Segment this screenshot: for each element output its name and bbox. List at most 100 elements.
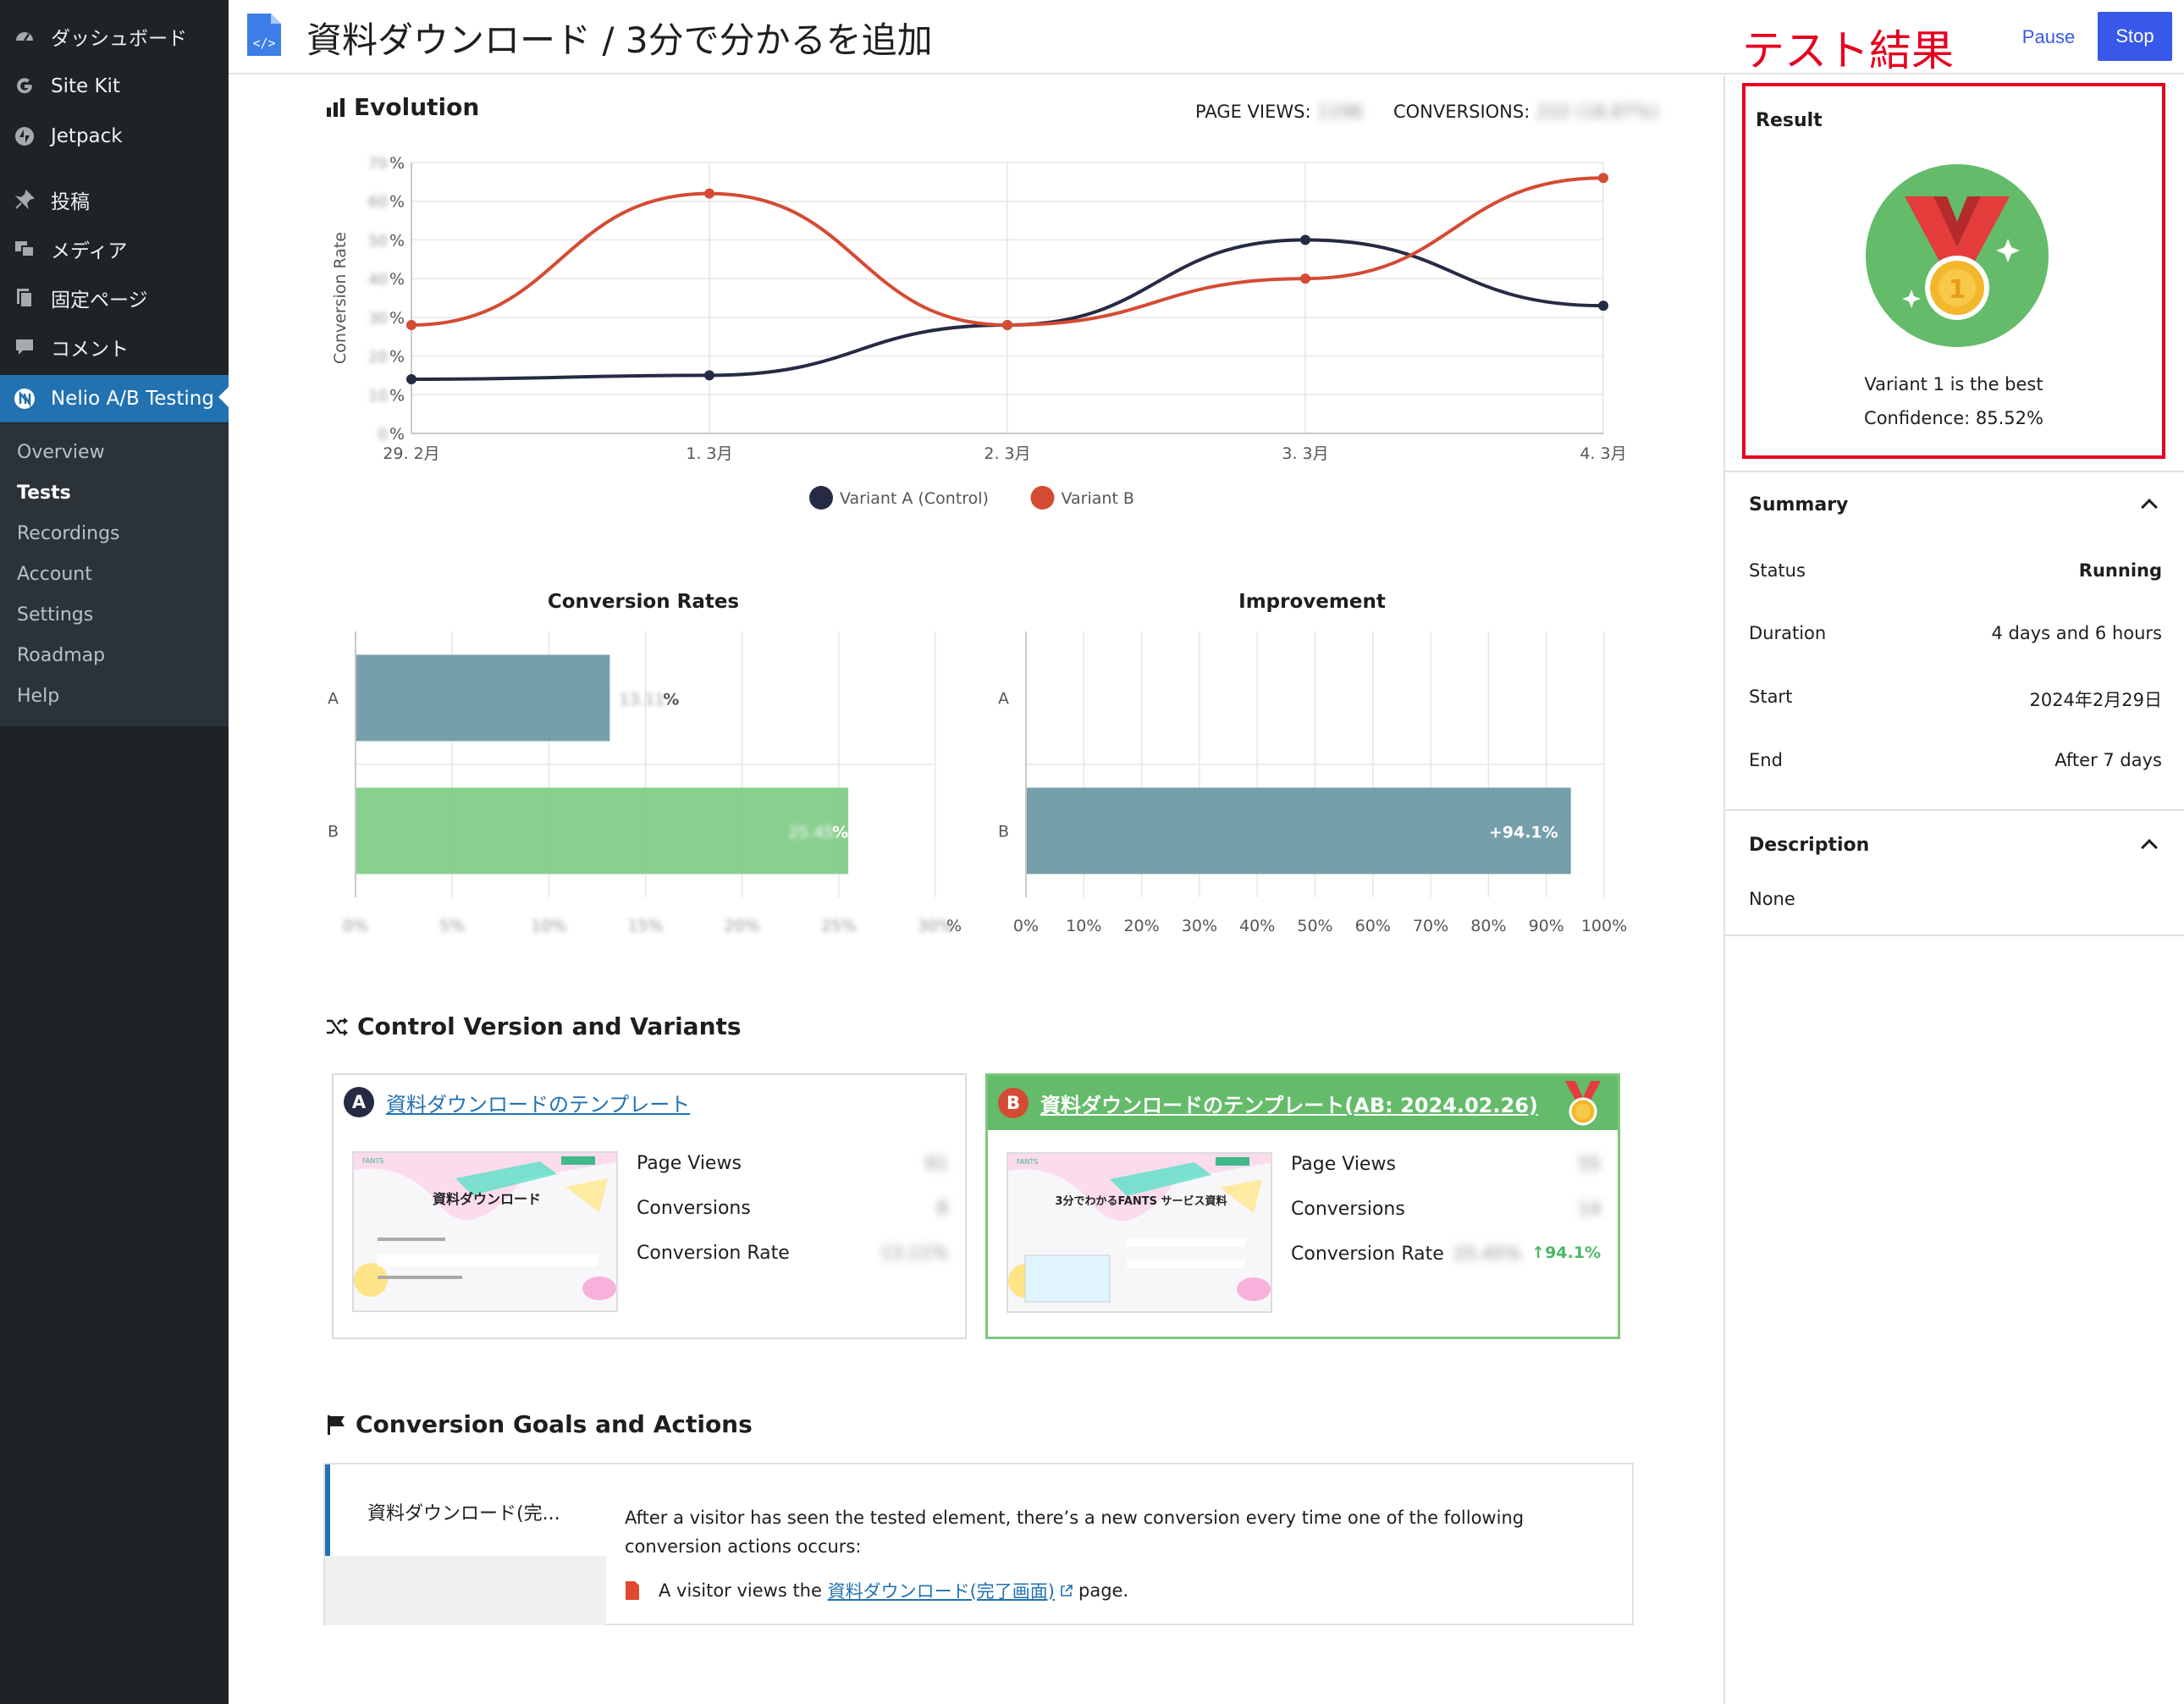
page-views-value: 55 — [1578, 1154, 1601, 1174]
media-icon — [12, 236, 37, 262]
summary-title[interactable]: Summary — [1749, 494, 1848, 516]
conversions-label: CONVERSIONS: — [1393, 102, 1530, 122]
variant-screenshot[interactable]: FANTS 3分でわかるFANTS サービス資料 — [1007, 1152, 1272, 1313]
variant-link[interactable]: 資料ダウンロードのテンプレート — [386, 1088, 690, 1117]
variants-title-text: Control Version and Variants — [357, 1012, 742, 1040]
menu-item-site-kit[interactable]: Site Kit — [0, 64, 229, 108]
goals-title-text: Conversion Goals and Actions — [356, 1410, 753, 1438]
variant-card-b[interactable]: B 資料ダウンロードのテンプレート(AB: 2024.02.26) FANTS … — [985, 1073, 1620, 1339]
y-tick-suffix: % — [389, 154, 405, 173]
menu-label: Jetpack — [51, 125, 123, 147]
nelio-submenu: Overview Tests Recordings Account Settin… — [0, 423, 229, 726]
comment-icon — [12, 334, 37, 360]
category-label: A — [328, 690, 339, 709]
confidence-text: Confidence: 85.52% — [1864, 408, 2043, 428]
thumb-brand: FANTS — [362, 1157, 383, 1165]
x-tick-label: 70% — [1413, 917, 1448, 935]
x-tick-label: 40% — [1239, 917, 1275, 935]
variant-badge: A — [344, 1087, 374, 1117]
action-prefix: A visitor views the — [659, 1580, 822, 1601]
data-point — [704, 188, 714, 199]
conversion-rate-label: Conversion Rate — [1291, 1244, 1444, 1265]
conversion-rate-value: 13.11% — [880, 1243, 948, 1263]
data-point — [1002, 320, 1012, 330]
menu-item-pages[interactable]: 固定ページ — [0, 276, 229, 320]
conversions-label: Conversions — [1291, 1199, 1405, 1220]
x-tick-label: 4. 3月 — [1580, 444, 1626, 463]
submenu-tests[interactable]: Tests — [17, 483, 71, 504]
status-value: Running — [2078, 560, 2162, 581]
data-point — [1300, 234, 1310, 245]
bar-value-suffix: % — [663, 691, 679, 709]
y-tick-suffix: % — [389, 270, 405, 289]
variant-link[interactable]: 資料ダウンロードのテンプレート(AB: 2024.02.26) — [1040, 1089, 1538, 1118]
thumb-brand: FANTS — [1017, 1158, 1038, 1166]
menu-item-dashboard[interactable]: ダッシュボード — [0, 14, 229, 58]
x-tick-label: 3. 3月 — [1282, 444, 1328, 463]
winner-text: Variant 1 is the best — [1864, 374, 2043, 394]
goal-panel: 資料ダウンロード(完... After a visitor has seen t… — [323, 1463, 1634, 1625]
menu-item-posts[interactable]: 投稿 — [0, 178, 229, 222]
action-suffix: page. — [1078, 1580, 1129, 1601]
y-tick-value: 50 — [368, 232, 388, 250]
x-tick-label: 80% — [1470, 917, 1506, 935]
x-tick-label: 1. 3月 — [686, 444, 732, 463]
goal-action: A visitor views the 資料ダウンロード(完了画面) page. — [625, 1578, 1128, 1603]
y-tick-value: 60 — [368, 194, 388, 212]
conversions-label: Conversions — [637, 1198, 751, 1219]
code-document-icon: </> — [245, 12, 283, 61]
thumb-heading: 資料ダウンロード — [433, 1191, 541, 1207]
y-tick-value: 0 — [378, 426, 388, 444]
goal-tab[interactable]: 資料ダウンロード(完... — [325, 1464, 606, 1556]
submenu-recordings[interactable]: Recordings — [17, 523, 120, 544]
x-tick-label: 100% — [1581, 917, 1627, 935]
variant-card-header: B 資料ダウンロードのテンプレート(AB: 2024.02.26) — [988, 1076, 1618, 1130]
description-title[interactable]: Description — [1749, 835, 1869, 856]
menu-label: コメント — [51, 339, 129, 361]
test-result-annotation: テスト結果 — [1742, 26, 1954, 75]
variant-screenshot[interactable]: FANTS 資料ダウンロード — [352, 1151, 618, 1312]
menu-item-nelio-ab-testing[interactable]: Nelio A/B Testing — [0, 375, 229, 422]
result-title: Result — [1756, 110, 1823, 131]
action-page-link[interactable]: 資料ダウンロード(完了画面) — [828, 1578, 1055, 1603]
submenu-settings[interactable]: Settings — [17, 604, 93, 626]
goals-title: Conversion Goals and Actions — [325, 1410, 753, 1438]
chevron-up-icon[interactable] — [2141, 499, 2158, 516]
bar — [356, 787, 849, 874]
submenu-roadmap[interactable]: Roadmap — [17, 645, 105, 666]
x-tick-label: 25% — [821, 917, 857, 935]
page-view-action-icon — [625, 1580, 640, 1601]
menu-item-media[interactable]: メディア — [0, 227, 229, 271]
conversions-value: 14 — [1578, 1199, 1601, 1219]
improvement-value: ↑94.1% — [1531, 1244, 1601, 1262]
evolution-line-chart: 70 %60 %50 %40 %30 %20 %10 %0 %29. 2月 1. 3月 2. 3月 3… — [331, 154, 1627, 510]
bar-value-suffix: % — [832, 824, 848, 842]
status-label: Status — [1749, 560, 1806, 581]
conversions-value: 222 (18.87%) — [1536, 102, 1658, 122]
variants-title: Control Version and Variants — [325, 1012, 742, 1040]
category-label: A — [998, 690, 1009, 709]
y-tick-suffix: % — [389, 386, 405, 405]
legend-label: Variant A (Control) — [840, 489, 989, 508]
variant-card-a[interactable]: A 資料ダウンロードのテンプレート FANTS 資料ダウンロード Page Vi… — [332, 1073, 967, 1339]
submenu-overview[interactable]: Overview — [17, 442, 105, 463]
pause-button[interactable]: Pause — [1998, 14, 2099, 61]
page-views-label: Page Views — [1291, 1154, 1396, 1175]
thumb-heading: 3分でわかるFANTS サービス資料 — [1055, 1194, 1227, 1208]
improvement-chart: A B +94.1% 0% 10% 20% 30% 40% 50% 60% 70% 80% 90% 100… — [998, 631, 1627, 935]
end-value: After 7 days — [2054, 750, 2162, 770]
y-tick-suffix: % — [389, 193, 405, 212]
menu-item-comments[interactable]: コメント — [0, 325, 229, 369]
x-tick-label: 20% — [1123, 917, 1159, 935]
variant-badge: B — [998, 1088, 1029, 1118]
menu-item-jetpack[interactable]: Jetpack — [0, 114, 229, 158]
external-link-icon — [1060, 1584, 1073, 1597]
conversion-rates-title: Conversion Rates — [547, 591, 740, 613]
page-views-label: Page Views — [637, 1153, 742, 1174]
submenu-help[interactable]: Help — [17, 686, 59, 707]
stop-button[interactable]: Stop — [2098, 12, 2172, 61]
chevron-up-icon[interactable] — [2141, 839, 2158, 856]
submenu-account[interactable]: Account — [17, 564, 92, 585]
page-views-value: 61 — [925, 1153, 948, 1173]
data-point — [1300, 273, 1310, 284]
